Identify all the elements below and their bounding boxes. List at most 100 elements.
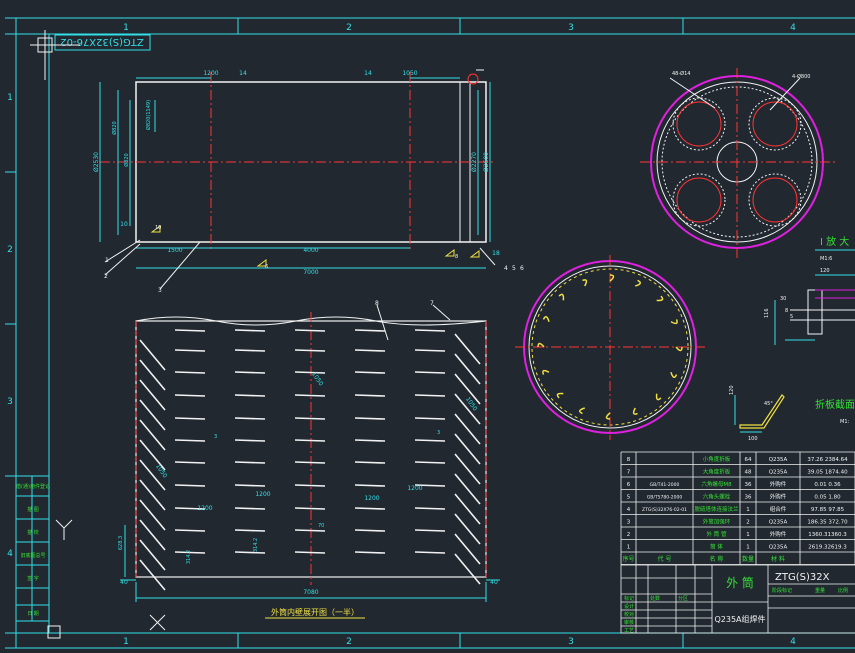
- baffle-plate: [234, 394, 266, 397]
- weight-label: 重量: [815, 587, 825, 594]
- baffle-plate: [174, 461, 206, 464]
- baffle-plate: [414, 349, 446, 352]
- dim-mid-segment: 1200: [255, 491, 270, 498]
- detail-scale: M1:6: [820, 256, 832, 262]
- callout-2: 2: [104, 273, 108, 280]
- dim-height-hole-top: Ø2270: [471, 152, 478, 172]
- bom-cell: 97.85 97.85: [811, 507, 845, 513]
- ring-hook: [579, 407, 585, 415]
- baffle-plate: [294, 551, 326, 554]
- bom-cell: Q235A: [769, 470, 788, 476]
- baffle-plate: [354, 349, 386, 352]
- bom-cell: 六角螺母M8: [701, 480, 732, 488]
- baffle-plate: [414, 329, 446, 332]
- bom-cell: 0.05 1.80: [814, 495, 841, 501]
- baffle-plate: [294, 349, 326, 352]
- callout-6: 6: [520, 265, 524, 272]
- baffle-plate: [354, 329, 386, 332]
- bom-cell: 1360.31360.3: [808, 532, 847, 538]
- rev-label-zone: 分区: [678, 595, 688, 602]
- row-label-1: 1: [7, 93, 13, 103]
- flat-view: 7080 40 40 1200 1200 1200 1200 1050 1050…: [118, 300, 500, 619]
- dim-plate-top-right: 14: [364, 70, 372, 77]
- ring-hook: [537, 342, 545, 348]
- row-label-2: 2: [7, 245, 13, 255]
- flat-view-caption: 外筒内壁展开图（一半）: [271, 607, 359, 617]
- baffle-plate: [414, 529, 446, 532]
- bom-cell: 39.05 1874.40: [807, 470, 848, 476]
- scale-label: 比例: [838, 587, 848, 594]
- detail-title: I 放 大: [820, 235, 849, 248]
- dim-edge-right: 40: [490, 579, 498, 586]
- baffle-plate: [414, 507, 446, 510]
- dim-bottom-overall: 7000: [303, 269, 318, 276]
- bom-cell: 脱硫塔体连接法兰: [694, 505, 739, 513]
- col-label-1: 1: [123, 23, 129, 33]
- bill-of-materials: 8 小角度折板 64 Q235A 37.26 2384.647 大角度折板 48 Q235A 3…: [620, 451, 855, 565]
- baffle-plate: [234, 551, 266, 554]
- bom-cell: 7: [627, 470, 631, 476]
- baffle-plate: [414, 439, 446, 442]
- role-process: 工艺: [624, 628, 634, 634]
- bom-cell: 37.26 2384.64: [807, 457, 848, 463]
- bom-cell: 2619.32619.3: [808, 545, 847, 551]
- baffle-plate: [234, 507, 266, 510]
- detail-dim-b: 116: [764, 308, 770, 318]
- dim-diag-b: 1050: [154, 463, 169, 480]
- ring-hook: [605, 412, 611, 420]
- hole-count-label: 48-Ø14: [672, 70, 690, 77]
- baffle-plate: [414, 461, 446, 464]
- bom-cell: 筒 体: [710, 543, 723, 551]
- detail-dim-e: 30: [780, 296, 786, 302]
- top-view: [640, 68, 835, 258]
- ring-hook: [542, 369, 550, 375]
- ring-hook: [670, 319, 678, 325]
- bom-cell: 64: [745, 457, 752, 463]
- baffle-plate: [234, 439, 266, 442]
- col-label-1-bottom: 1: [123, 637, 129, 647]
- col-label-4-bottom: 4: [790, 637, 796, 647]
- section-dim-a: 120: [729, 385, 735, 395]
- bom-cell: 2: [746, 520, 750, 526]
- part-material: Q235A组焊件: [714, 614, 765, 624]
- bom-cell: 4: [627, 507, 631, 513]
- strip-label-reg: 借(通)用件登记: [16, 483, 50, 490]
- baffle-plate: [414, 417, 446, 420]
- hole-diameter-label: 4-Ø800: [792, 73, 810, 80]
- baffle-plate: [414, 371, 446, 374]
- ring-hook: [542, 316, 550, 322]
- callout-3: 3: [158, 287, 162, 294]
- fold-section: 120 100 45° 折板截面 M1:: [729, 385, 855, 442]
- col-label-3-bottom: 3: [568, 637, 574, 647]
- dim-small-a: 3: [214, 434, 217, 440]
- callout-7: 7: [430, 300, 434, 307]
- baffle-plate: [354, 529, 386, 532]
- bom-cell: 2: [627, 532, 631, 538]
- cad-drawing: 1 2 3 4 1 2 3 4 1 2 3 4 ZTG(S)32X76-02 1…: [5, 17, 855, 649]
- dim-left-vertical-b: 314.2: [186, 550, 192, 564]
- baffle-plate: [234, 349, 266, 352]
- front-view: 1200 14 14 1050 4000 1500 7000 10 18 Ø25…: [93, 69, 524, 294]
- bom-cell: 外购件: [770, 530, 787, 538]
- ring-hook: [675, 346, 683, 352]
- baffle-plate: [414, 551, 446, 554]
- weld-label-3: 8: [455, 254, 458, 260]
- baffle-plate: [354, 394, 386, 397]
- dim-mid-vertical: 314.2: [253, 538, 259, 552]
- bom-cell: ZTG(S)32X76-02-01: [642, 507, 687, 513]
- bom-cell: 1: [746, 507, 750, 513]
- bom-cell: 外购件: [770, 493, 787, 501]
- baffle-plate: [294, 461, 326, 464]
- baffle-plate: [174, 349, 206, 352]
- strip-label-date: 日 期: [27, 611, 39, 617]
- dim-left-vertical: 628.3: [118, 536, 124, 550]
- col-label-3: 3: [568, 23, 574, 33]
- dim-bottom-left: 1500: [167, 247, 182, 254]
- strip-label-trace-check: 描 校: [27, 529, 39, 536]
- baffle-plate: [174, 329, 206, 332]
- baffle-plate: [414, 394, 446, 397]
- baffle-plate: [294, 394, 326, 397]
- drawing-frame: [5, 17, 855, 649]
- col-label-2-bottom: 2: [346, 637, 352, 647]
- baffle-plate: [354, 371, 386, 374]
